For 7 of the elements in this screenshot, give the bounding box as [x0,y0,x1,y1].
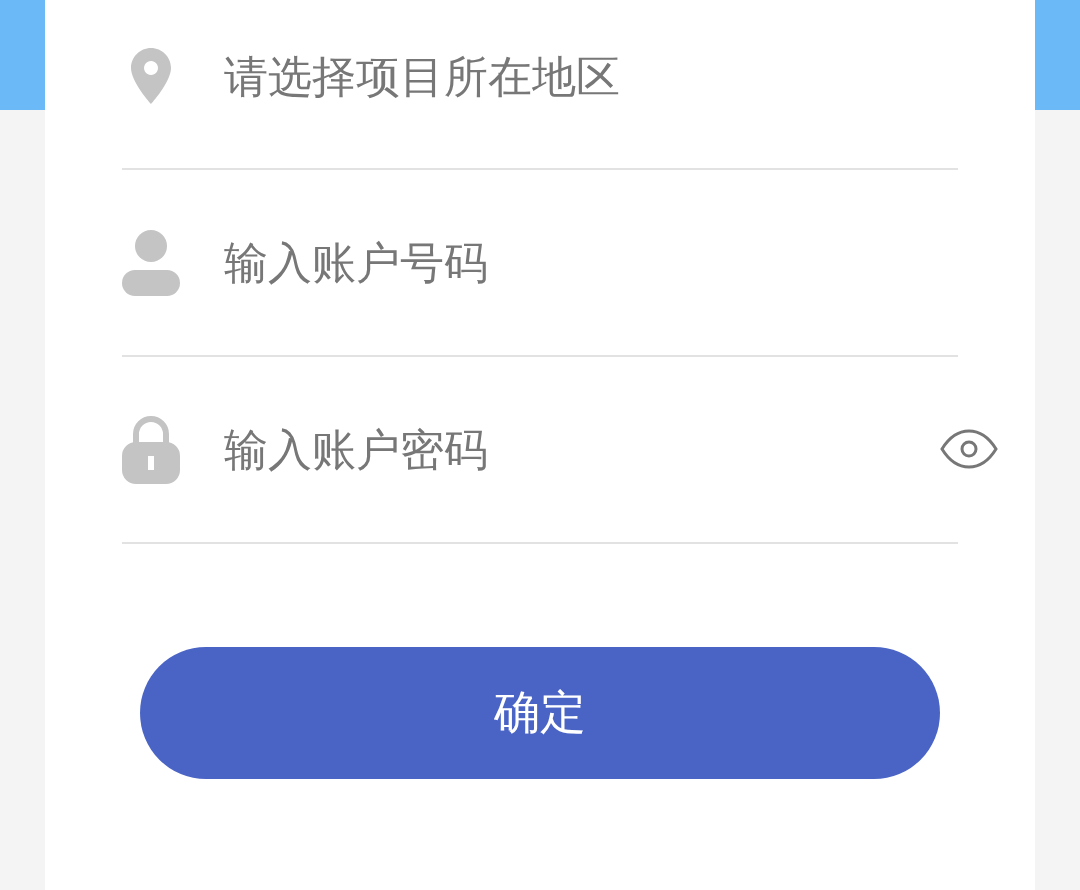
input-field[interactable]: 输入账户密码 [224,419,958,480]
person-icon [122,229,180,296]
input-field[interactable]: 请选择项目所在地区 [224,46,958,106]
input-field[interactable]: 输入账户号码 [224,232,958,293]
eye-icon[interactable] [940,429,998,469]
confirm-button[interactable]: 确定 [140,647,940,779]
lock-icon [122,415,180,484]
